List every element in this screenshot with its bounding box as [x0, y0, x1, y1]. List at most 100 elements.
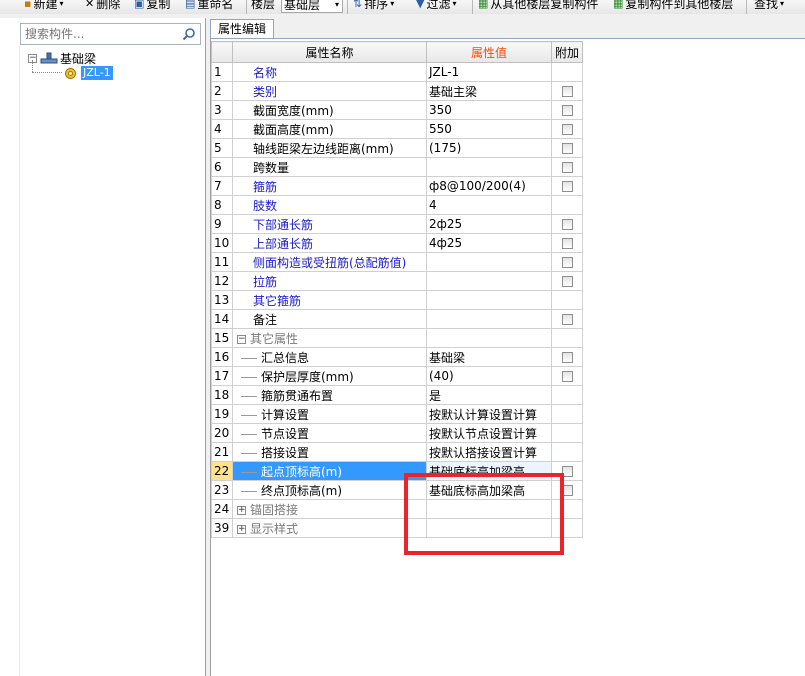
table-row[interactable]: 8 肢数 4 — [211, 195, 583, 215]
property-value-cell[interactable]: 基础底标高加梁高 — [426, 480, 552, 500]
collapse-icon[interactable]: − — [237, 334, 246, 344]
extra-checkbox[interactable] — [561, 371, 573, 382]
extra-checkbox[interactable] — [561, 276, 573, 287]
table-row[interactable]: 6 跨数量 — [211, 157, 583, 177]
property-name-cell[interactable]: 终点顶标高(m) — [232, 480, 427, 500]
table-row[interactable]: 5 轴线距梁左边线距离(mm) (175) — [211, 138, 583, 158]
table-row[interactable]: 17 保护层厚度(mm) (40) — [211, 366, 583, 386]
extra-checkbox[interactable] — [561, 162, 573, 173]
property-name-cell[interactable]: 箍筋贯通布置 — [232, 385, 427, 405]
property-name-cell[interactable]: 跨数量 — [232, 157, 427, 177]
property-value-cell[interactable] — [426, 252, 552, 272]
property-value-cell[interactable]: 基础梁 — [426, 347, 552, 367]
table-row[interactable]: 19 计算设置 按默认计算设置计算 — [211, 404, 583, 424]
filter-button[interactable]: ▼ 过滤 ▾ — [416, 0, 457, 13]
property-value-cell[interactable] — [426, 290, 552, 310]
table-row[interactable]: 16 汇总信息 基础梁 — [211, 347, 583, 367]
property-name-cell[interactable]: 节点设置 — [232, 423, 427, 443]
property-name-cell[interactable]: 搭接设置 — [232, 442, 427, 462]
property-name-cell[interactable]: 拉筋 — [232, 271, 427, 291]
tree-node-jzl-1[interactable]: JZL-1 — [64, 65, 113, 81]
table-row[interactable]: 7 箍筋 ф8@100/200(4) — [211, 176, 583, 196]
tab-property-edit[interactable]: 属性编辑 — [210, 19, 274, 38]
table-row[interactable]: 24 + 锚固搭接 — [211, 499, 583, 519]
property-value-cell[interactable]: 按默认计算设置计算 — [426, 404, 552, 424]
property-name-cell[interactable]: 截面宽度(mm) — [232, 100, 427, 120]
property-value-cell[interactable]: 基础主梁 — [426, 81, 552, 101]
table-row[interactable]: 11 侧面构造或受扭筋(总配筋值) — [211, 252, 583, 272]
property-value-cell[interactable]: 基础底标高加梁高 — [426, 461, 552, 481]
property-value-cell[interactable] — [426, 309, 552, 329]
property-value-cell[interactable] — [426, 328, 552, 348]
table-row[interactable]: 13 其它箍筋 — [211, 290, 583, 310]
table-row[interactable]: 21 搭接设置 按默认搭接设置计算 — [211, 442, 583, 462]
property-name-cell[interactable]: 上部通长筋 — [232, 233, 427, 253]
table-row[interactable]: 2 类别 基础主梁 — [211, 81, 583, 101]
property-name-cell[interactable]: − 其它属性 — [232, 328, 427, 348]
extra-checkbox[interactable] — [561, 314, 573, 325]
table-row[interactable]: 10 上部通长筋 4ф25 — [211, 233, 583, 253]
copy-to-floor-button[interactable]: ▦ 复制构件到其他楼层 — [613, 0, 733, 13]
sort-button[interactable]: ⇅ 排序 ▾ — [353, 0, 394, 13]
table-row[interactable]: 18 箍筋贯通布置 是 — [211, 385, 583, 405]
extra-checkbox[interactable] — [561, 485, 573, 496]
property-value-cell[interactable] — [426, 271, 552, 291]
table-row[interactable]: 1 名称 JZL-1 — [211, 62, 583, 82]
expand-icon[interactable]: + — [237, 505, 246, 515]
table-row[interactable]: 12 拉筋 — [211, 271, 583, 291]
property-name-cell[interactable]: 箍筋 — [232, 176, 427, 196]
property-value-cell[interactable] — [426, 157, 552, 177]
expand-icon[interactable]: + — [237, 524, 246, 534]
copy-button[interactable]: ▣ 复制 — [134, 0, 170, 13]
property-value-cell[interactable]: 550 — [426, 119, 552, 139]
property-name-cell[interactable]: 计算设置 — [232, 404, 427, 424]
property-name-cell[interactable]: 汇总信息 — [232, 347, 427, 367]
property-value-cell[interactable]: 2ф25 — [426, 214, 552, 234]
property-value-cell[interactable]: JZL-1 — [426, 62, 552, 82]
table-row[interactable]: 14 备注 — [211, 309, 583, 329]
header-extra[interactable]: 附加 — [551, 41, 583, 63]
new-button[interactable]: ▪ 新建 ▾ — [24, 0, 64, 13]
table-row[interactable]: 39 + 显示样式 — [211, 518, 583, 538]
extra-checkbox[interactable] — [561, 105, 573, 116]
property-name-cell[interactable]: 其它箍筋 — [232, 290, 427, 310]
extra-checkbox[interactable] — [561, 257, 573, 268]
rename-button[interactable]: ▤ 重命名 — [185, 0, 233, 13]
property-value-cell[interactable]: 是 — [426, 385, 552, 405]
tree-node-root[interactable]: − 基础梁 — [28, 50, 96, 66]
property-name-cell[interactable]: 备注 — [232, 309, 427, 329]
search-button[interactable] — [180, 25, 198, 43]
property-name-cell[interactable]: 肢数 — [232, 195, 427, 215]
property-name-cell[interactable]: + 显示样式 — [232, 518, 427, 538]
extra-checkbox[interactable] — [561, 352, 573, 363]
extra-checkbox[interactable] — [561, 143, 573, 154]
extra-checkbox[interactable] — [561, 124, 573, 135]
extra-checkbox[interactable] — [561, 86, 573, 97]
property-name-cell[interactable]: 类别 — [232, 81, 427, 101]
table-row[interactable]: 20 节点设置 按默认节点设置计算 — [211, 423, 583, 443]
table-row[interactable]: 3 截面宽度(mm) 350 — [211, 100, 583, 120]
extra-checkbox[interactable] — [561, 238, 573, 249]
table-row[interactable]: 4 截面高度(mm) 550 — [211, 119, 583, 139]
property-value-cell[interactable]: 350 — [426, 100, 552, 120]
property-value-cell[interactable]: ф8@100/200(4) — [426, 176, 552, 196]
property-name-cell[interactable]: 名称 — [232, 62, 427, 82]
table-row[interactable]: 15− 其它属性 — [211, 328, 583, 348]
property-value-cell[interactable]: 按默认节点设置计算 — [426, 423, 552, 443]
property-name-cell[interactable]: + 锚固搭接 — [232, 499, 427, 519]
property-name-cell[interactable]: 起点顶标高(m) — [232, 461, 427, 481]
property-value-cell[interactable]: 按默认搭接设置计算 — [426, 442, 552, 462]
property-name-cell[interactable]: 轴线距梁左边线距离(mm) — [232, 138, 427, 158]
property-name-cell[interactable]: 截面高度(mm) — [232, 119, 427, 139]
search-input[interactable] — [23, 25, 175, 43]
property-name-cell[interactable]: 保护层厚度(mm) — [232, 366, 427, 386]
property-value-cell[interactable]: (175) — [426, 138, 552, 158]
extra-checkbox[interactable] — [561, 466, 573, 477]
table-row[interactable]: 23 终点顶标高(m) 基础底标高加梁高 — [211, 480, 583, 500]
table-row[interactable]: 9 下部通长筋 2ф25 — [211, 214, 583, 234]
property-name-cell[interactable]: 侧面构造或受扭筋(总配筋值) — [232, 252, 427, 272]
copy-from-floor-button[interactable]: ▦ 从其他楼层复制构件 — [478, 0, 598, 13]
property-value-cell[interactable] — [426, 499, 552, 519]
property-value-cell[interactable]: 4 — [426, 195, 552, 215]
header-property-name[interactable]: 属性名称 — [232, 41, 427, 63]
